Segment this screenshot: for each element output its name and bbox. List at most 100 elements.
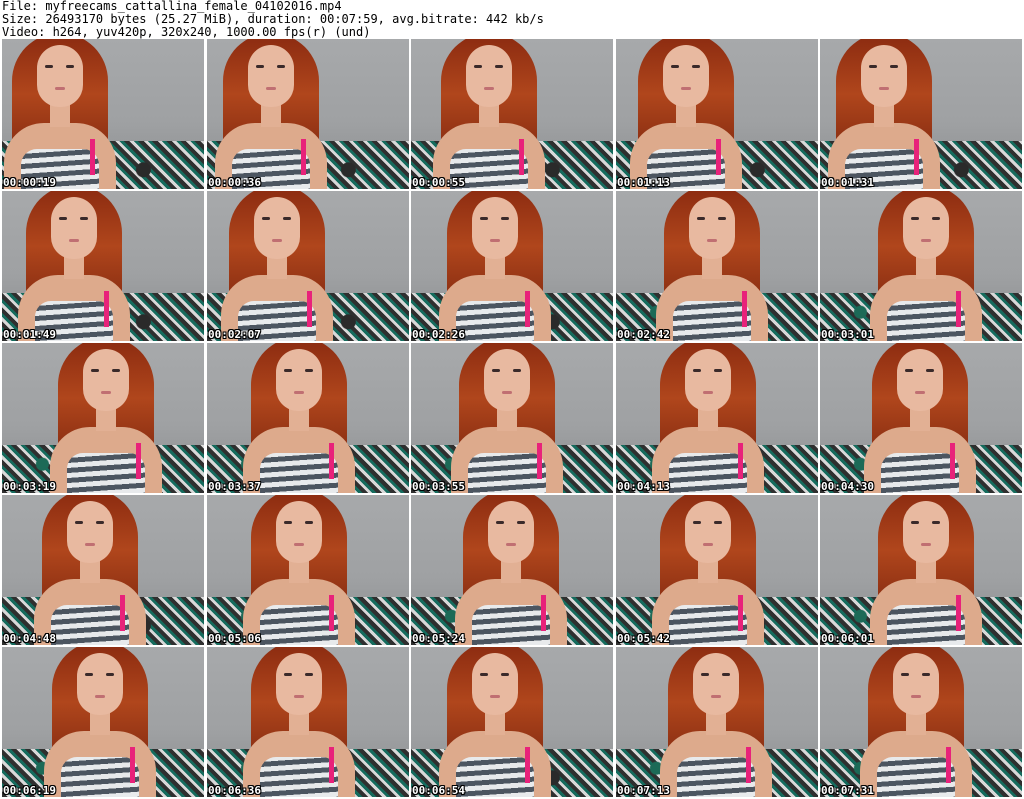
striped-top (61, 757, 139, 797)
eye (693, 521, 701, 524)
pink-strap (950, 443, 955, 479)
timestamp-label: 00:04:30 (821, 480, 874, 493)
video-thumbnail: 00:01:31 (820, 39, 1022, 189)
pink-strap (742, 291, 747, 327)
timestamp-label: 00:01:13 (617, 176, 670, 189)
face (663, 45, 709, 107)
face (472, 197, 518, 259)
pink-strap (746, 747, 751, 783)
timestamp-label: 00:00:55 (412, 176, 465, 189)
striped-top (677, 757, 755, 797)
face (77, 653, 123, 715)
pink-strap (329, 443, 334, 479)
timestamp-label: 00:07:31 (821, 784, 874, 797)
striped-top (472, 605, 550, 645)
pink-strap (130, 747, 135, 783)
pink-strap (956, 291, 961, 327)
lips (879, 87, 889, 90)
timestamp-label: 00:06:54 (412, 784, 465, 797)
face (51, 197, 97, 259)
eye (714, 369, 722, 372)
eye (697, 217, 705, 220)
video-thumbnail: 00:04:13 (616, 343, 818, 493)
eye (91, 369, 99, 372)
face (685, 501, 731, 563)
striped-top (673, 301, 751, 341)
timestamp-label: 00:03:01 (821, 328, 874, 341)
video-thumbnail: 00:00:55 (411, 39, 613, 189)
pink-strap (136, 443, 141, 479)
lips (490, 695, 500, 698)
video-thumbnail: 00:07:13 (616, 647, 818, 797)
pink-strap (541, 595, 546, 631)
lips (681, 87, 691, 90)
face (685, 349, 731, 411)
timestamp-label: 00:03:55 (412, 480, 465, 493)
pink-strap (301, 139, 306, 175)
eye (901, 673, 909, 676)
timestamp-label: 00:05:42 (617, 632, 670, 645)
video-thumbnail: 00:02:42 (616, 191, 818, 341)
video-thumbnail: 00:02:07 (207, 191, 409, 341)
face (472, 653, 518, 715)
video-thumbnail: 00:05:42 (616, 495, 818, 645)
eye (905, 369, 913, 372)
video-thumbnail: 00:04:30 (820, 343, 1022, 493)
face (83, 349, 129, 411)
striped-top (260, 605, 338, 645)
lips (502, 391, 512, 394)
face (248, 45, 294, 107)
video-thumbnail: 00:06:01 (820, 495, 1022, 645)
lips (484, 87, 494, 90)
striped-top (67, 453, 145, 493)
video-info-line: Video: h264, yuv420p, 320x240, 1000.00 f… (2, 25, 371, 39)
video-thumbnail: 00:00:19 (2, 39, 204, 189)
eye (75, 521, 83, 524)
striped-top (260, 453, 338, 493)
eye (305, 369, 313, 372)
lips (703, 391, 713, 394)
eye (106, 673, 114, 676)
eye (283, 217, 291, 220)
pink-strap (914, 139, 919, 175)
timestamp-label: 00:01:49 (3, 328, 56, 341)
lips (55, 87, 65, 90)
face (484, 349, 530, 411)
video-thumbnail: 00:00:36 (207, 39, 409, 189)
lips (911, 695, 921, 698)
eye (501, 673, 509, 676)
video-thumbnail: 00:07:31 (820, 647, 1022, 797)
face (689, 197, 735, 259)
striped-top (456, 301, 534, 341)
striped-top (887, 605, 965, 645)
video-thumbnail: 00:06:19 (2, 647, 204, 797)
striped-top (669, 453, 747, 493)
lips (95, 695, 105, 698)
face (276, 349, 322, 411)
lips (490, 239, 500, 242)
video-thumbnail: 00:03:55 (411, 343, 613, 493)
face (67, 501, 113, 563)
eye (495, 65, 503, 68)
lips (266, 87, 276, 90)
pink-strap (946, 747, 951, 783)
striped-top (881, 453, 959, 493)
face (893, 653, 939, 715)
timestamp-label: 00:05:24 (412, 632, 465, 645)
video-thumbnail: 00:06:36 (207, 647, 409, 797)
striped-top (669, 605, 747, 645)
video-thumbnail: 00:05:24 (411, 495, 613, 645)
eye (718, 217, 726, 220)
eye (80, 217, 88, 220)
eye (305, 521, 313, 524)
lips (294, 543, 304, 546)
eye (693, 369, 701, 372)
pink-strap (738, 443, 743, 479)
face (254, 197, 300, 259)
lips (506, 543, 516, 546)
eye (517, 521, 525, 524)
eye (480, 217, 488, 220)
pink-strap (537, 443, 542, 479)
eye (671, 65, 679, 68)
eye (284, 673, 292, 676)
